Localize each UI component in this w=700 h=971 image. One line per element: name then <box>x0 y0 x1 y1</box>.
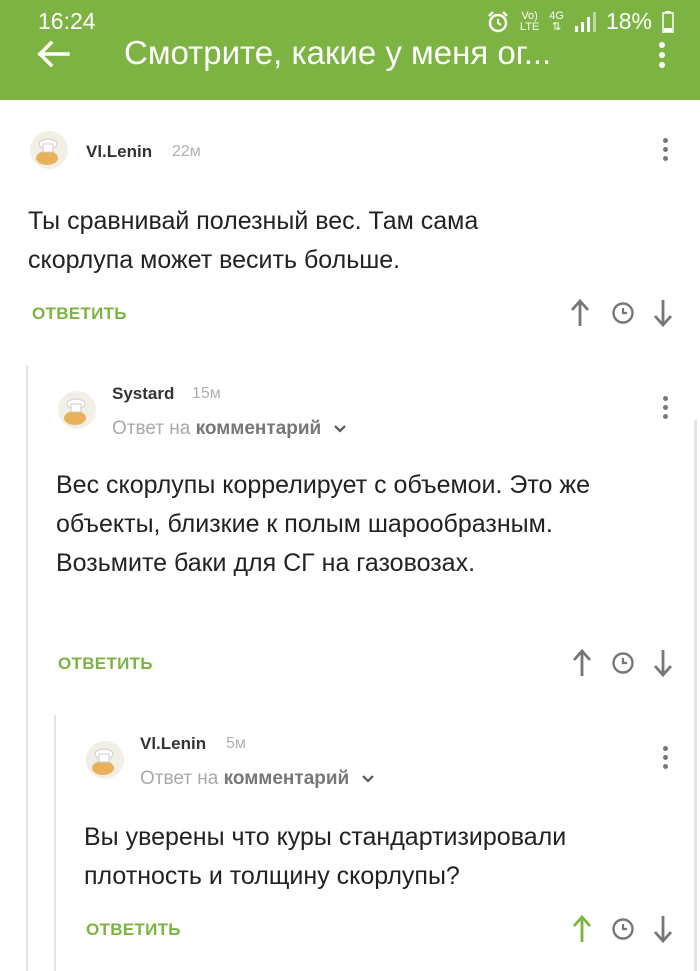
comment: Vl.Lenin 5м Ответ на комментарий Вы увер… <box>0 710 700 971</box>
reply-to-link[interactable]: Ответ на комментарий <box>140 768 375 790</box>
comment-menu-icon[interactable] <box>660 396 670 426</box>
status-icons: Vo) LTE 4G ⇅ 18% <box>486 8 674 35</box>
comment-text: Вес скорлупы коррелирует с объемои. Это … <box>56 471 591 577</box>
status-bar: 16:24 Vo) LTE 4G ⇅ 18% <box>0 0 700 38</box>
back-arrow-icon[interactable] <box>34 36 74 72</box>
arrow-up-icon[interactable] <box>568 298 592 328</box>
more-vertical-icon[interactable] <box>650 40 674 70</box>
signal-icon <box>574 11 596 32</box>
battery-percent: 18% <box>605 8 652 34</box>
app-bar: 16:24 Vo) LTE 4G ⇅ 18% Смотрите, какие у… <box>0 0 700 100</box>
comment: Systard 15м Ответ на комментарий Вес ско… <box>0 360 700 710</box>
page-title: Смотрите, какие у меня ог... <box>124 34 552 71</box>
chevron-down-icon <box>361 775 374 783</box>
arrow-up-icon[interactable] <box>570 914 594 944</box>
clock-icon[interactable] <box>611 301 635 325</box>
comment-time: 5м <box>226 735 246 752</box>
comment-author[interactable]: Systard <box>112 384 174 404</box>
alarm-icon <box>488 10 508 32</box>
reply-to-link[interactable]: Ответ на комментарий <box>112 418 347 440</box>
reply-button[interactable]: ОТВЕТИТЬ <box>32 304 127 324</box>
network-type-indicator: 4G ⇅ <box>549 9 564 33</box>
default-avatar-icon <box>58 391 96 429</box>
reply-button[interactable]: ОТВЕТИТЬ <box>86 920 181 940</box>
comment-time: 22м <box>172 143 201 160</box>
arrow-down-icon[interactable] <box>651 298 675 328</box>
reply-button[interactable]: ОТВЕТИТЬ <box>58 654 153 674</box>
status-time: 16:24 <box>38 8 96 34</box>
default-avatar-icon <box>30 131 68 169</box>
comment-menu-icon[interactable] <box>660 746 670 776</box>
comment-time: 15м <box>192 385 221 402</box>
battery-icon <box>662 10 674 33</box>
clock-icon[interactable] <box>611 917 635 941</box>
arrow-down-icon[interactable] <box>651 648 675 678</box>
comment: Vl.Lenin 22м Ты сравнивай полезный вес. … <box>0 100 700 360</box>
clock-icon[interactable] <box>611 651 635 675</box>
default-avatar-icon <box>86 741 124 779</box>
volte-indicator: Vo) LTE <box>519 9 540 33</box>
arrow-up-icon[interactable] <box>570 648 594 678</box>
arrow-down-icon[interactable] <box>651 914 675 944</box>
comment-author[interactable]: Vl.Lenin <box>140 734 206 754</box>
comment-menu-icon[interactable] <box>660 138 670 168</box>
comment-text: Вы уверены что куры стандартизировали пл… <box>84 823 567 890</box>
chevron-down-icon <box>333 425 346 433</box>
comment-author[interactable]: Vl.Lenin <box>86 142 152 162</box>
comment-text: Ты сравнивай полезный вес. Там сама скор… <box>28 207 479 274</box>
